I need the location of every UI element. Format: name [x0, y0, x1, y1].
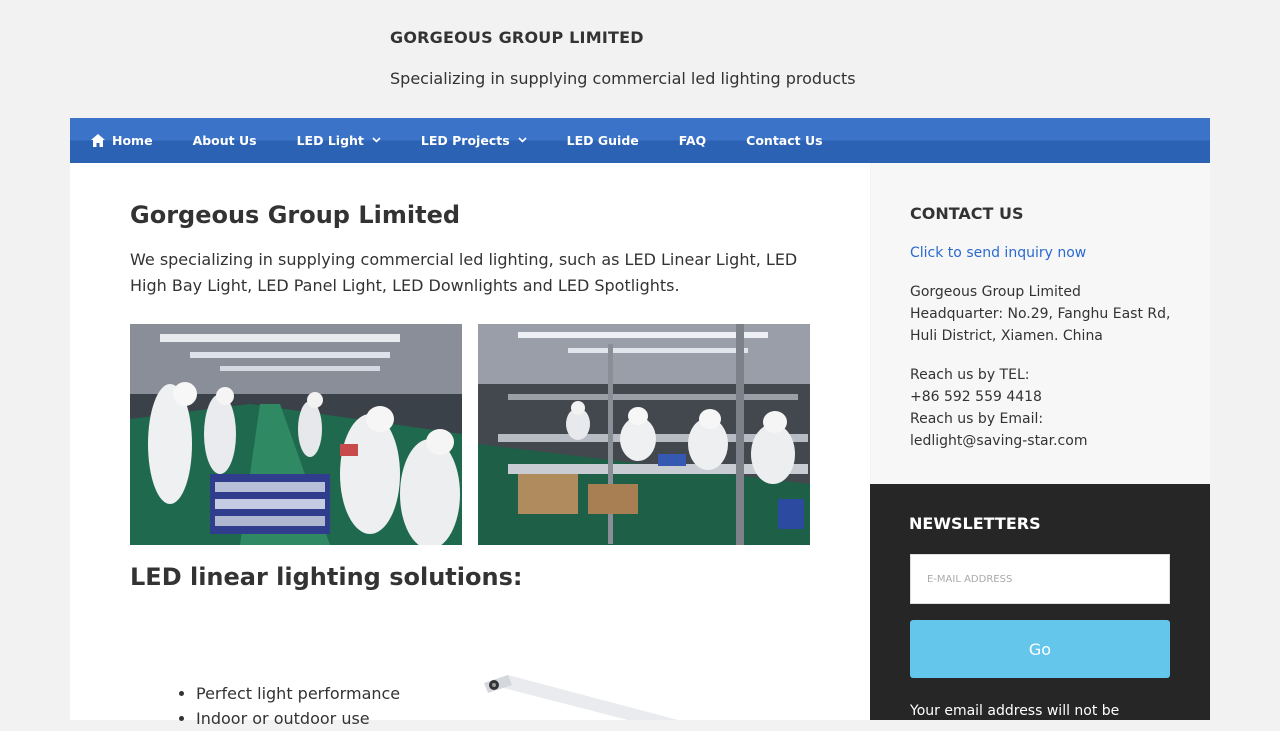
- nav-item-label: LED Projects: [420, 133, 510, 148]
- nav-item-label: Home: [112, 133, 153, 148]
- contact-widget: CONTACT US Click to send inquiry now Gor…: [871, 163, 1210, 484]
- main-content: Gorgeous Group Limited We specializing i…: [70, 163, 870, 728]
- chevron-down-icon: [518, 136, 527, 143]
- address-line: Headquarter: No.29, Fanghu East Rd,: [910, 306, 1171, 322]
- nav-item-led-light[interactable]: LED Light: [277, 118, 401, 163]
- main-navigation: Home About Us LED Light LED Projects LED…: [70, 118, 1210, 163]
- factory-photo-2: [478, 324, 810, 545]
- nav-item-contact-us[interactable]: Contact Us: [726, 118, 842, 163]
- nav-item-led-projects[interactable]: LED Projects: [401, 118, 547, 163]
- nav-item-label: LED Guide: [566, 133, 639, 148]
- send-inquiry-link[interactable]: Click to send inquiry now: [910, 245, 1086, 261]
- factory-photo-1: [130, 324, 462, 545]
- site-title[interactable]: GORGEOUS GROUP LIMITED: [390, 28, 644, 47]
- email-label: Reach us by Email:: [910, 411, 1044, 427]
- home-icon: [91, 134, 105, 147]
- intro-paragraph: We specializing in supplying commercial …: [130, 250, 798, 295]
- list-item: Indoor or outdoor use: [196, 706, 400, 731]
- nav-item-label: LED Light: [296, 133, 364, 148]
- contact-address: Gorgeous Group Limited Headquarter: No.2…: [910, 281, 1170, 347]
- tel-number[interactable]: +86 592 559 4418: [910, 386, 1087, 408]
- chevron-down-icon: [372, 136, 381, 143]
- contact-title: CONTACT US: [910, 204, 1024, 223]
- email-address[interactable]: ledlight@saving-star.com: [910, 430, 1087, 452]
- tel-label: Reach us by TEL:: [910, 367, 1030, 383]
- newsletter-widget: NEWSLETTERS Go Your email address will n…: [870, 484, 1210, 720]
- newsletter-go-button[interactable]: Go: [910, 620, 1170, 678]
- feature-list: Perfect light performance Indoor or outd…: [130, 681, 400, 731]
- nav-item-label: About Us: [192, 133, 257, 148]
- newsletter-privacy-note: Your email address will not be: [910, 703, 1120, 719]
- address-line: Huli District, Xiamen. China: [910, 328, 1103, 344]
- nav-item-label: FAQ: [678, 133, 707, 148]
- nav-item-faq[interactable]: FAQ: [659, 118, 726, 163]
- company-name: Gorgeous Group Limited: [910, 284, 1081, 300]
- linear-light-product-image: [478, 663, 820, 720]
- newsletter-title: NEWSLETTERS: [909, 514, 1041, 533]
- nav-item-home[interactable]: Home: [70, 118, 173, 163]
- nav-item-about-us[interactable]: About Us: [173, 118, 277, 163]
- contact-details: Reach us by TEL: +86 592 559 4418 Reach …: [910, 364, 1087, 452]
- newsletter-email-input[interactable]: [910, 554, 1170, 604]
- nav-item-led-guide[interactable]: LED Guide: [547, 118, 659, 163]
- section-title: LED linear lighting solutions:: [130, 563, 523, 591]
- site-description: Specializing in supplying commercial led…: [390, 69, 856, 88]
- nav-item-label: Contact Us: [746, 133, 823, 148]
- page-title: Gorgeous Group Limited: [130, 201, 461, 229]
- site-header: GORGEOUS GROUP LIMITED Specializing in s…: [0, 0, 1280, 118]
- list-item: Perfect light performance: [196, 681, 400, 706]
